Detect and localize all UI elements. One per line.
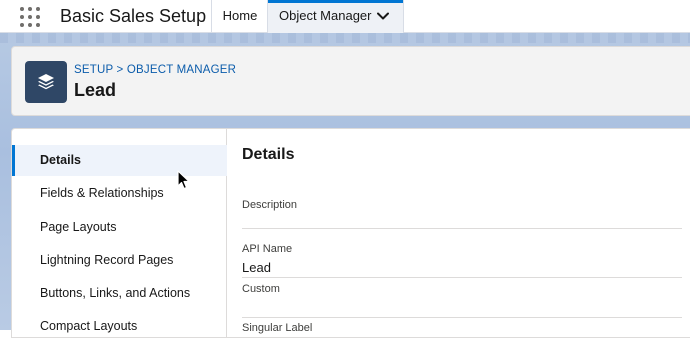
sidebar-item-fields-relationships[interactable]: Fields & Relationships xyxy=(12,178,227,209)
breadcrumb-object-manager[interactable]: OBJECT MANAGER xyxy=(127,64,236,76)
object-header: SETUP > OBJECT MANAGER Lead xyxy=(11,46,690,116)
details-heading: Details xyxy=(242,146,295,163)
nav-tab-home[interactable]: Home xyxy=(212,0,268,33)
page-title: Lead xyxy=(74,80,117,100)
field-label-description: Description xyxy=(242,199,298,211)
field-label-custom: Custom xyxy=(242,283,280,295)
app-launcher-icon[interactable] xyxy=(20,7,40,27)
sidebar-item-lightning-record-pages[interactable]: Lightning Record Pages xyxy=(12,245,227,276)
mouse-cursor-icon xyxy=(177,170,190,190)
nav-divider xyxy=(403,0,404,33)
field-divider xyxy=(242,317,682,318)
breadcrumb: SETUP > OBJECT MANAGER xyxy=(74,64,236,76)
field-label-api-name: API Name xyxy=(242,243,293,255)
breadcrumb-setup[interactable]: SETUP xyxy=(74,64,113,76)
field-divider xyxy=(242,228,682,229)
nav-tab-label: Object Manager xyxy=(279,8,372,23)
breadcrumb-separator: > xyxy=(116,64,124,76)
field-label-singular-label: Singular Label xyxy=(242,322,313,334)
field-divider xyxy=(242,277,682,278)
sidebar-item-compact-layouts[interactable]: Compact Layouts xyxy=(12,311,227,337)
sidebar-item-details[interactable]: Details xyxy=(12,145,227,176)
field-value-api-name: Lead xyxy=(242,260,271,275)
layers-icon xyxy=(25,61,67,103)
nav-tab-object-manager[interactable]: Object Manager xyxy=(268,0,403,33)
chevron-down-icon[interactable] xyxy=(377,12,389,21)
app-name: Basic Sales Setup xyxy=(60,6,207,26)
global-nav-bar: Basic Sales Setup Home Object Manager xyxy=(0,0,690,33)
sidebar-item-page-layouts[interactable]: Page Layouts xyxy=(12,212,227,243)
main-panel: Details Fields & Relationships Page Layo… xyxy=(11,128,690,338)
sidebar-item-buttons-links-actions[interactable]: Buttons, Links, and Actions xyxy=(12,278,227,309)
details-content: Details Description API Name Lead Custom… xyxy=(242,129,690,337)
object-sidebar: Details Fields & Relationships Page Layo… xyxy=(12,129,227,337)
